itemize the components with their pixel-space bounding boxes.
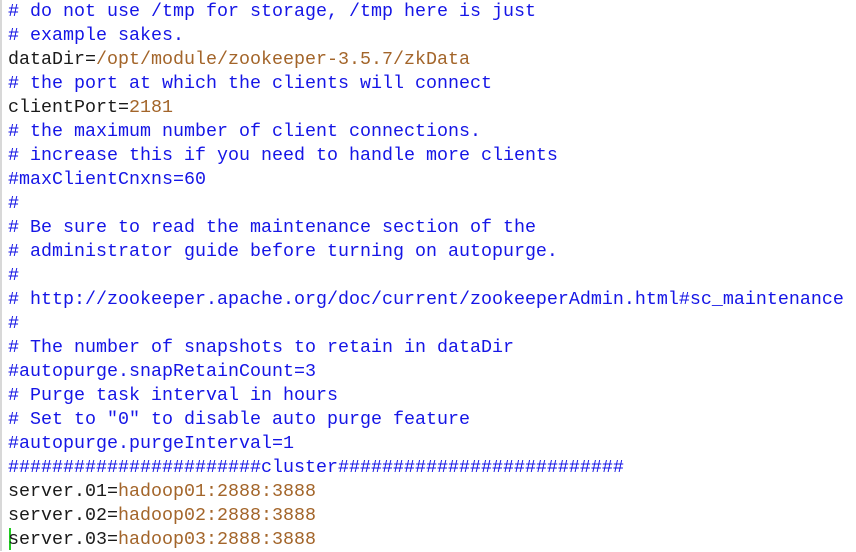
comment-line[interactable]: #autopurge.snapRetainCount=3 (8, 360, 316, 384)
config-key: server.03= (8, 529, 118, 550)
config-value: /opt/module/zookeeper-3.5.7/zkData (96, 49, 470, 70)
config-line[interactable]: server.03=hadoop03:2888:3888 (8, 528, 316, 552)
comment-line[interactable]: # the maximum number of client connectio… (8, 120, 481, 144)
comment-text: # the maximum number of client connectio… (8, 121, 481, 142)
comment-line[interactable]: # (8, 264, 19, 288)
comment-line[interactable]: # administrator guide before turning on … (8, 240, 558, 264)
text-editor[interactable]: # do not use /tmp for storage, /tmp here… (0, 0, 856, 551)
config-line[interactable]: clientPort=2181 (8, 96, 173, 120)
comment-text: #maxClientCnxns=60 (8, 169, 206, 190)
comment-text: # do not use /tmp for storage, /tmp here… (8, 1, 536, 22)
config-key: server.01= (8, 481, 118, 502)
comment-text: # example sakes. (8, 25, 184, 46)
comment-line[interactable]: # do not use /tmp for storage, /tmp here… (8, 0, 536, 24)
comment-line[interactable]: # The number of snapshots to retain in d… (8, 336, 514, 360)
comment-text: # increase this if you need to handle mo… (8, 145, 558, 166)
comment-text: # (8, 265, 19, 286)
comment-text: # Be sure to read the maintenance sectio… (8, 217, 536, 238)
comment-text: #autopurge.snapRetainCount=3 (8, 361, 316, 382)
comment-text: #autopurge.purgeInterval=1 (8, 433, 294, 454)
comment-line[interactable]: #######################cluster##########… (8, 456, 624, 480)
comment-line[interactable]: # example sakes. (8, 24, 184, 48)
config-value: hadoop01:2888:3888 (118, 481, 316, 502)
comment-text: # Set to "0" to disable auto purge featu… (8, 409, 470, 430)
comment-text: # the port at which the clients will con… (8, 73, 492, 94)
comment-line[interactable]: # Set to "0" to disable auto purge featu… (8, 408, 470, 432)
config-key: clientPort= (8, 97, 129, 118)
comment-text: # Purge task interval in hours (8, 385, 338, 406)
comment-line[interactable]: # Be sure to read the maintenance sectio… (8, 216, 536, 240)
comment-line[interactable]: # increase this if you need to handle mo… (8, 144, 558, 168)
comment-line[interactable]: # (8, 312, 19, 336)
config-value: 2181 (129, 97, 173, 118)
comment-text: # administrator guide before turning on … (8, 241, 558, 262)
comment-text: # (8, 313, 19, 334)
comment-line[interactable]: # http://zookeeper.apache.org/doc/curren… (8, 288, 844, 312)
comment-text: #######################cluster##########… (8, 457, 624, 478)
comment-text: # The number of snapshots to retain in d… (8, 337, 514, 358)
comment-line[interactable]: # Purge task interval in hours (8, 384, 338, 408)
comment-line[interactable]: # the port at which the clients will con… (8, 72, 492, 96)
comment-text: # (8, 193, 19, 214)
config-line[interactable]: server.01=hadoop01:2888:3888 (8, 480, 316, 504)
config-line[interactable]: server.02=hadoop02:2888:3888 (8, 504, 316, 528)
config-key: server.02= (8, 505, 118, 526)
config-key: dataDir= (8, 49, 96, 70)
comment-line[interactable]: #maxClientCnxns=60 (8, 168, 206, 192)
config-value: hadoop02:2888:3888 (118, 505, 316, 526)
comment-text: # http://zookeeper.apache.org/doc/curren… (8, 289, 844, 310)
config-value: hadoop03:2888:3888 (118, 529, 316, 550)
comment-line[interactable]: #autopurge.purgeInterval=1 (8, 432, 294, 456)
config-line[interactable]: dataDir=/opt/module/zookeeper-3.5.7/zkDa… (8, 48, 470, 72)
comment-line[interactable]: # (8, 192, 19, 216)
